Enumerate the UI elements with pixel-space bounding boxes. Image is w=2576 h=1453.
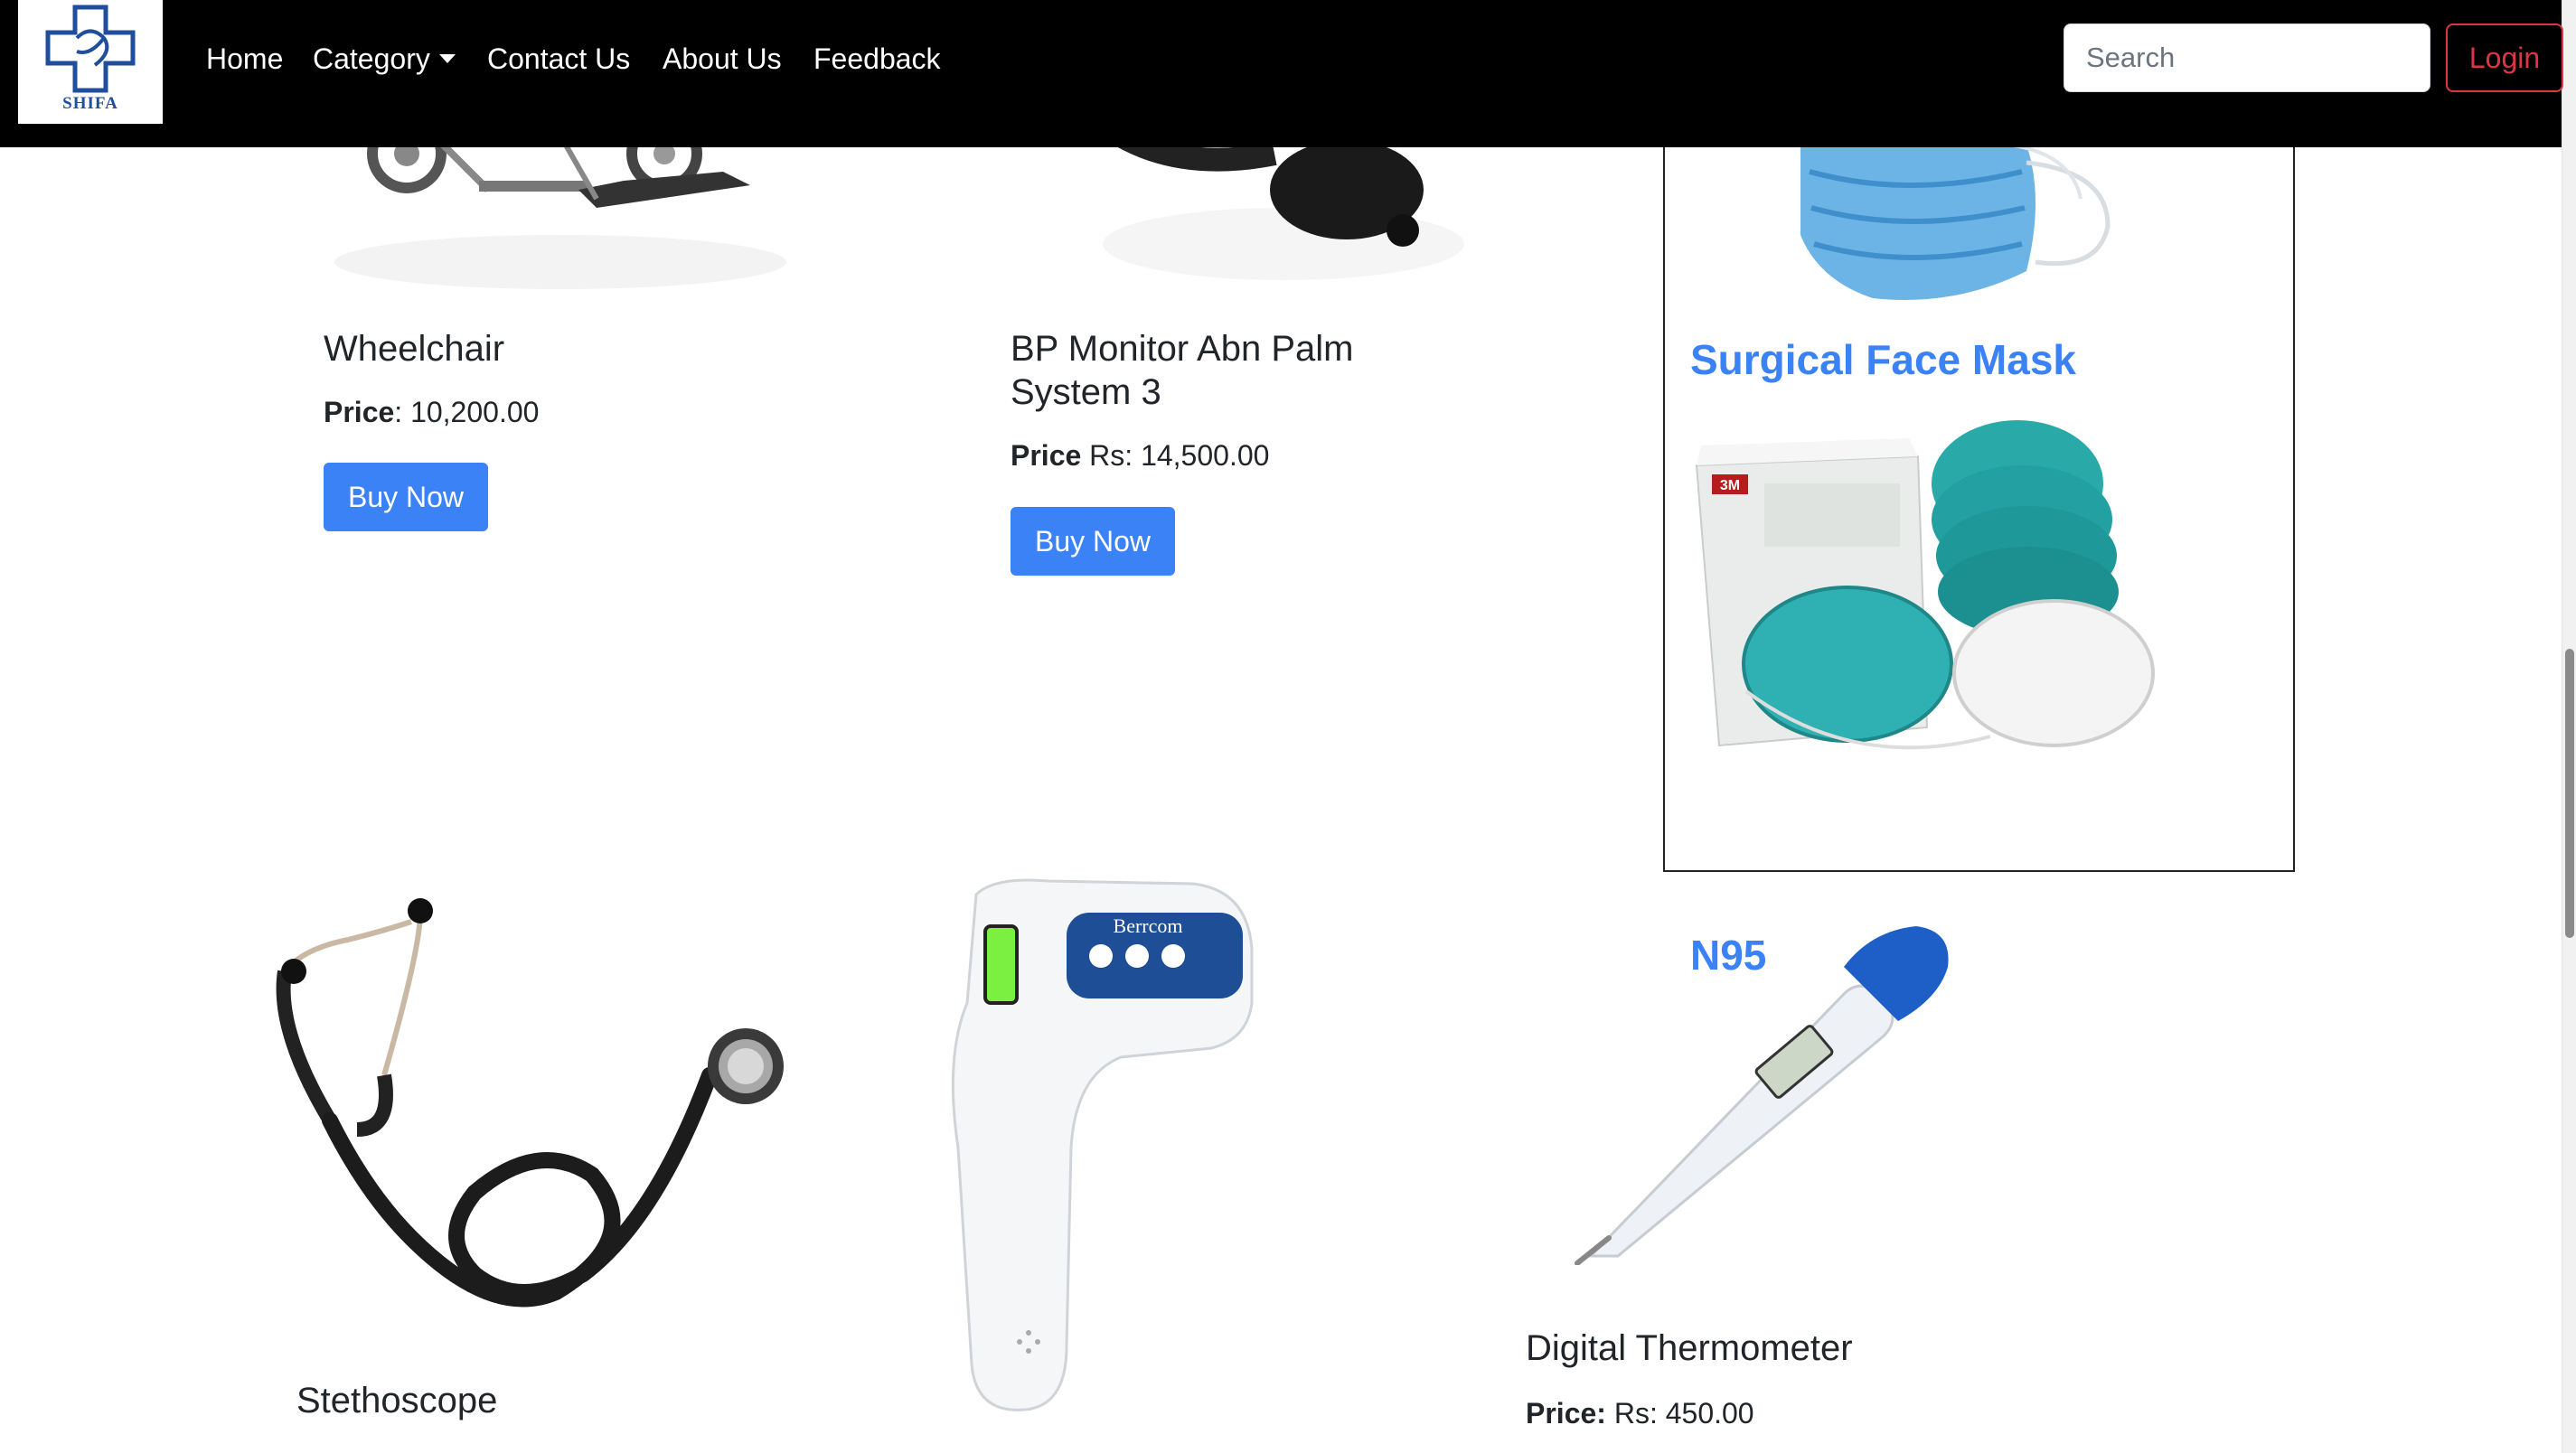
- brand-logo[interactable]: SHIFA: [18, 0, 163, 124]
- category-link-n95[interactable]: N95: [1690, 931, 1766, 980]
- product-price-wheelchair: Price: 10,200.00: [324, 394, 539, 430]
- price-value: Rs: 450.00: [1605, 1397, 1754, 1430]
- buy-now-button-bp-monitor[interactable]: Buy Now: [1011, 507, 1175, 576]
- price-label: Price: [324, 396, 395, 428]
- price-label: Price:: [1526, 1397, 1606, 1430]
- nav-about-us[interactable]: About Us: [663, 41, 782, 77]
- scrollbar-thumb[interactable]: [2565, 649, 2574, 938]
- brand-name: SHIFA: [62, 94, 118, 113]
- price-label: Price: [1011, 439, 1082, 472]
- price-value: Rs: 14,500.00: [1081, 439, 1270, 472]
- search-input[interactable]: [2064, 23, 2430, 92]
- buy-now-button-wheelchair[interactable]: Buy Now: [324, 463, 488, 531]
- product-title-bp-monitor: BP Monitor Abn Palm System 3: [1011, 329, 1354, 412]
- price-value: : 10,200.00: [394, 396, 540, 428]
- product-price-digital-thermometer: Price: Rs: 450.00: [1526, 1395, 1754, 1431]
- login-button[interactable]: Login: [2446, 23, 2563, 92]
- svg-text:3M: 3M: [1720, 478, 1740, 493]
- nav-home[interactable]: Home: [206, 41, 283, 77]
- surgical-mask-image[interactable]: [1728, 145, 2162, 307]
- wheelchair-image[interactable]: [325, 136, 795, 298]
- bp-monitor-image[interactable]: [1048, 136, 1464, 289]
- product-title-digital-thermometer: Digital Thermometer: [1526, 1328, 1853, 1368]
- nav-category-label: Category: [313, 42, 430, 75]
- medical-cross-logo-icon: [45, 5, 136, 93]
- page: Berrcom Wheelchair Price: 10,200.00 Buy …: [0, 0, 2576, 1453]
- caret-down-icon: [438, 54, 456, 63]
- product-title-wheelchair: Wheelchair: [324, 329, 505, 369]
- nav-category-dropdown[interactable]: Category: [313, 41, 456, 77]
- product-price-bp-monitor: Price Rs: 14,500.00: [1011, 437, 1269, 473]
- stethoscope-image[interactable]: [267, 895, 800, 1328]
- nav-feedback[interactable]: Feedback: [813, 41, 941, 77]
- digital-thermometer-image[interactable]: [1573, 913, 1970, 1265]
- vertical-scrollbar[interactable]: [2562, 0, 2576, 1453]
- nav-contact-us[interactable]: Contact Us: [487, 41, 630, 77]
- product-title-stethoscope: Stethoscope: [296, 1381, 498, 1420]
- svg-text:Berrcom: Berrcom: [1114, 914, 1183, 937]
- top-navbar: SHIFA Home Category Contact Us About Us …: [0, 0, 2563, 147]
- n95-mask-image[interactable]: 3M: [1692, 420, 2180, 782]
- category-card: Surgical Face Mask 3M N95: [1663, 145, 2295, 979]
- category-link-surgical-face-mask[interactable]: Surgical Face Mask: [1690, 335, 2076, 384]
- infrared-thermometer-image[interactable]: Berrcom: [940, 876, 1265, 1419]
